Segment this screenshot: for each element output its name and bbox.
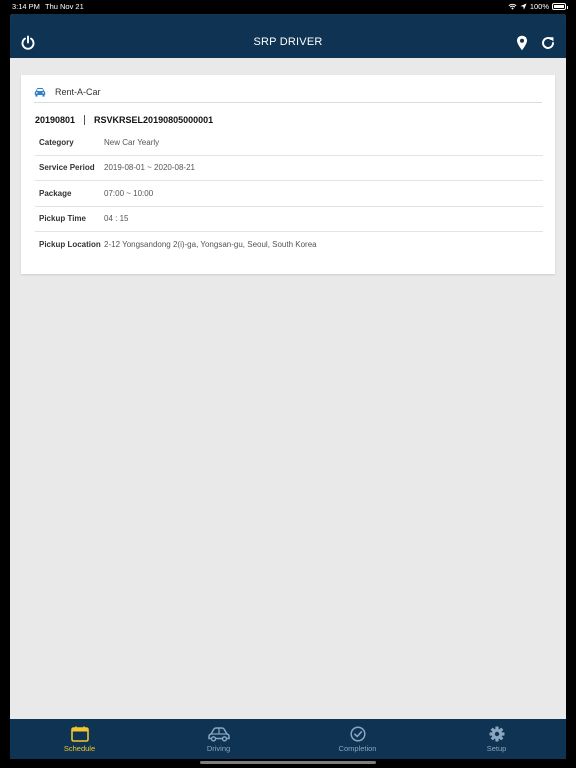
detail-rows: Category New Car Yearly Service Period 2…: [35, 130, 543, 260]
tab-completion[interactable]: Completion: [288, 719, 427, 759]
row-label: Category: [39, 137, 74, 147]
tab-label: Schedule: [63, 744, 96, 753]
reservation-reference: 20190801 RSVKRSEL20190805000001: [35, 115, 213, 125]
detail-row-pickup-location: Pickup Location 2-12 Yongsandong 2(i)-ga…: [35, 232, 543, 260]
row-label: Pickup Location: [39, 240, 101, 249]
divider: [84, 115, 86, 125]
status-date: Thu Nov 21: [45, 2, 84, 11]
gear-icon: [489, 726, 504, 742]
row-value: 04 : 15: [104, 214, 129, 224]
row-label: Package: [39, 188, 72, 198]
wifi-icon: [508, 3, 517, 10]
detail-row-pickup-time: Pickup Time 04 : 15: [35, 207, 543, 232]
row-value: New Car Yearly: [104, 137, 160, 147]
reservation-card[interactable]: Rent-A-Car 20190801 RSVKRSEL201908050000…: [21, 75, 555, 274]
status-time: 3:14 PM: [12, 2, 40, 11]
tab-driving[interactable]: Driving: [149, 719, 288, 759]
status-bar: 3:14 PM Thu Nov 21 100%: [0, 0, 576, 13]
detail-row-category: Category New Car Yearly: [35, 130, 543, 156]
home-indicator[interactable]: [200, 761, 376, 764]
tab-setup[interactable]: Setup: [427, 719, 566, 759]
detail-row-package: Package 07:00 ~ 10:00: [35, 181, 543, 207]
car-icon: [207, 727, 230, 742]
location-arrow-icon: [520, 3, 527, 10]
calendar-icon: [70, 726, 89, 742]
card-header: Rent-A-Car: [34, 81, 542, 103]
bottom-tab-bar: Schedule Driving Completion Setup: [10, 719, 566, 759]
device-frame: 3:14 PM Thu Nov 21 100% SRP DRIVER Rent-…: [0, 0, 576, 768]
refresh-icon[interactable]: [540, 35, 556, 51]
battery-percent: 100%: [529, 2, 549, 11]
tab-label: Driving: [206, 744, 231, 753]
row-value: 2019-08-01 ~ 2020-08-21: [104, 163, 195, 173]
reservation-id: RSVKRSEL20190805000001: [94, 115, 214, 125]
row-label: Pickup Time: [39, 214, 86, 224]
row-label: Service Period: [39, 163, 95, 173]
date-code: 20190801: [35, 115, 76, 125]
row-value: 07:00 ~ 10:00: [104, 188, 154, 198]
app-header: SRP DRIVER: [10, 14, 566, 58]
check-circle-icon: [349, 726, 366, 742]
car-icon: [34, 87, 46, 97]
tab-label: Setup: [486, 744, 507, 753]
status-indicators: 100%: [508, 0, 568, 13]
page-title: SRP DRIVER: [253, 36, 323, 48]
tab-schedule[interactable]: Schedule: [10, 719, 149, 759]
service-type-label: Rent-A-Car: [55, 86, 101, 97]
location-pin-icon[interactable]: [514, 35, 530, 51]
battery-icon: [552, 3, 568, 10]
detail-row-service-period: Service Period 2019-08-01 ~ 2020-08-21: [35, 156, 543, 181]
tab-label: Completion: [338, 744, 377, 753]
app-screen: SRP DRIVER Rent-A-Car 20190801 RSVKRSEL2…: [10, 14, 566, 759]
row-value: 2-12 Yongsandong 2(i)-ga, Yongsan-gu, Se…: [104, 240, 317, 249]
